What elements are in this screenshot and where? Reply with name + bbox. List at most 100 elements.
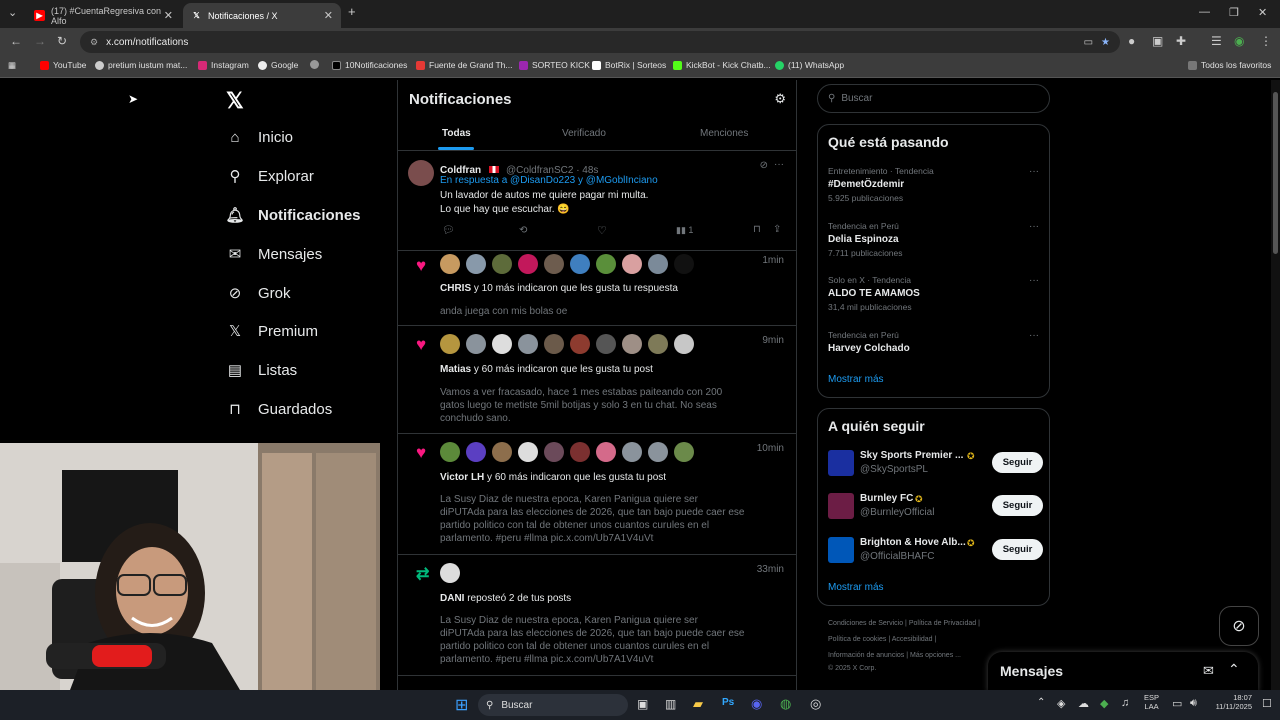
avatar[interactable] [440,254,460,274]
task-view-icon[interactable]: ▣ [637,697,648,711]
file-explorer-icon[interactable]: ▰ [693,696,703,712]
reload-icon[interactable]: ↻ [57,34,67,48]
more-icon[interactable]: ··· [1029,275,1039,286]
follow-suggestion[interactable]: Burnley FC ✪ @BurnleyOfficial Seguir [828,491,1043,521]
wallet-icon[interactable]: ▣ [1152,34,1163,48]
chrome-icon[interactable]: ◍ [780,696,791,712]
follow-button[interactable]: Seguir [992,495,1043,516]
show-more-link[interactable]: Mostrar más [828,582,884,593]
minimize-icon[interactable]: — [1199,6,1210,18]
menu-kebab-icon[interactable]: ⋮ [1260,34,1272,48]
onedrive-icon[interactable]: ☁ [1078,697,1089,710]
avatar[interactable] [828,537,854,563]
all-bookmarks[interactable]: Todos los favoritos [1188,60,1271,70]
trend-item[interactable]: Entretenimiento · Tendencia #DemetÖzdemir… [828,166,1043,203]
tab-menciones[interactable]: Menciones [700,128,748,139]
tray-icon[interactable]: ◈ [1057,697,1065,710]
bookmark-kickbot[interactable]: KickBot - Kick Chatb... [673,60,771,70]
reply-to[interactable]: En respuesta a @DisanDo223 y @MGoblIncia… [440,175,658,186]
avatar[interactable] [648,254,668,274]
like-notification[interactable]: ♥ 1min CHRIS y 10 más indicaron que les … [398,252,796,326]
avatar[interactable] [622,442,642,462]
back-icon[interactable]: ← [10,34,22,48]
tab-verificado[interactable]: Verificado [562,128,606,139]
follow-button[interactable]: Seguir [992,452,1043,473]
forward-icon[interactable]: → [34,34,46,48]
repost-icon[interactable]: ⟲ [519,225,527,236]
avatar[interactable] [828,450,854,476]
network-icon[interactable]: ▭ [1172,697,1182,710]
footer-link[interactable]: Condiciones de Servicio [828,620,903,627]
footer-link[interactable]: Política de Privacidad [909,620,976,627]
page-scrollbar[interactable] [1271,80,1280,690]
taskbar-search[interactable]: ⚲ Buscar [478,694,628,716]
maximize-icon[interactable]: ❐ [1229,6,1239,19]
avatar[interactable] [674,334,694,354]
avatar[interactable] [596,334,616,354]
avatar[interactable] [622,334,642,354]
nav-item-premium[interactable]: 𝕏 Premium [226,322,318,341]
extension-icon[interactable]: ● [1128,34,1135,48]
avatar[interactable] [622,254,642,274]
tab-youtube[interactable]: ▶ (17) #CuentaRegresiva con Alfo ✕ [26,3,181,28]
bookmark-globe[interactable] [310,60,323,69]
avatar[interactable] [440,442,460,462]
more-icon[interactable]: ··· [1029,221,1039,232]
tab-notifications[interactable]: 𝕏 Notificaciones / X ✕ [183,3,341,28]
nav-item-listas[interactable]: ▤ Listas [226,361,297,380]
nav-item-grok[interactable]: ⊘ Grok [226,284,291,303]
tray-icon[interactable]: ◆ [1100,697,1108,710]
reply-icon[interactable]: 💬︎ [442,225,455,236]
new-message-icon[interactable]: ✉ [1203,663,1214,679]
window-close-icon[interactable]: ✕ [1258,6,1267,19]
clock[interactable]: 18:07 11/11/2025 [1208,693,1252,711]
tab-search-icon[interactable]: ⌄ [8,6,17,19]
avatar[interactable] [492,254,512,274]
avatar[interactable] [440,334,460,354]
bookmark-notificaciones[interactable]: 10Notificaciones [332,60,407,70]
avatar[interactable] [518,334,538,354]
show-more-link[interactable]: Mostrar más [828,374,884,385]
site-info-icon[interactable]: ⚙ [90,37,98,48]
expand-icon[interactable]: ⌃ [1228,661,1240,678]
views-icon[interactable]: ▮▮ 1 [676,225,693,236]
grok-explain-icon[interactable]: ⊘ [760,160,768,171]
avatar[interactable] [648,442,668,462]
more-icon[interactable]: ··· [1029,330,1039,341]
language-indicator[interactable]: ESP LAA [1144,693,1159,711]
avatar[interactable] [596,254,616,274]
like-notification[interactable]: ♥ 9min Matias y 60 más indicaron que les… [398,327,796,434]
new-tab-icon[interactable]: + [348,4,356,19]
share-icon[interactable]: ⇪ [773,224,781,235]
avatar[interactable] [648,334,668,354]
reply-notification[interactable]: Coldfran @ColdfranSC2 · 48s ⊘ ··· En res… [398,152,796,251]
bookmark-pretium[interactable]: pretium iustum mat... [95,60,187,70]
repost-notification[interactable]: ⇄ 33min DANI reposteó 2 de tus posts La … [398,556,796,676]
bookmark-youtube[interactable]: YouTube [40,60,86,70]
avatar[interactable] [440,563,460,583]
bookmark-font[interactable]: Fuente de Grand Th... [416,60,512,70]
avatar[interactable] [466,254,486,274]
footer-link[interactable]: Política de cookies [828,636,886,643]
messages-drawer[interactable]: Mensajes ✉ ⌃ [988,652,1258,692]
nav-item-guardados[interactable]: ⊓ Guardados [226,400,332,419]
tab-todas[interactable]: Todas [442,128,471,139]
footer-link[interactable]: Información de anuncios [828,652,904,659]
trend-item[interactable]: Tendencia en Perú Delia Espinoza 7.711 pub… [828,221,1043,258]
trend-item[interactable]: Tendencia en Perú Harvey Colchado ··· [828,330,1043,354]
avatar[interactable] [570,334,590,354]
avatar[interactable] [492,442,512,462]
reading-list-icon[interactable]: ☰ [1211,34,1222,48]
profile-avatar[interactable]: ◉ [1234,34,1244,48]
url-field[interactable]: ⚙ x.com/notifications ▭ ★ [80,31,1120,53]
volume-icon[interactable]: 🔊︎ [1190,697,1197,710]
bookmark-botrix[interactable]: BotRix | Sorteos [592,60,666,70]
nav-item-explorar[interactable]: ⚲ Explorar [226,167,314,186]
bookmark-whatsapp[interactable]: (11) WhatsApp [775,60,844,70]
avatar[interactable] [492,334,512,354]
nav-item-inicio[interactable]: ⌂ Inicio [226,128,293,146]
avatar[interactable] [518,442,538,462]
bookmark-sorteo-kick[interactable]: SORTEO KICK [519,60,590,70]
avatar[interactable] [544,334,564,354]
avatar[interactable] [828,493,854,519]
